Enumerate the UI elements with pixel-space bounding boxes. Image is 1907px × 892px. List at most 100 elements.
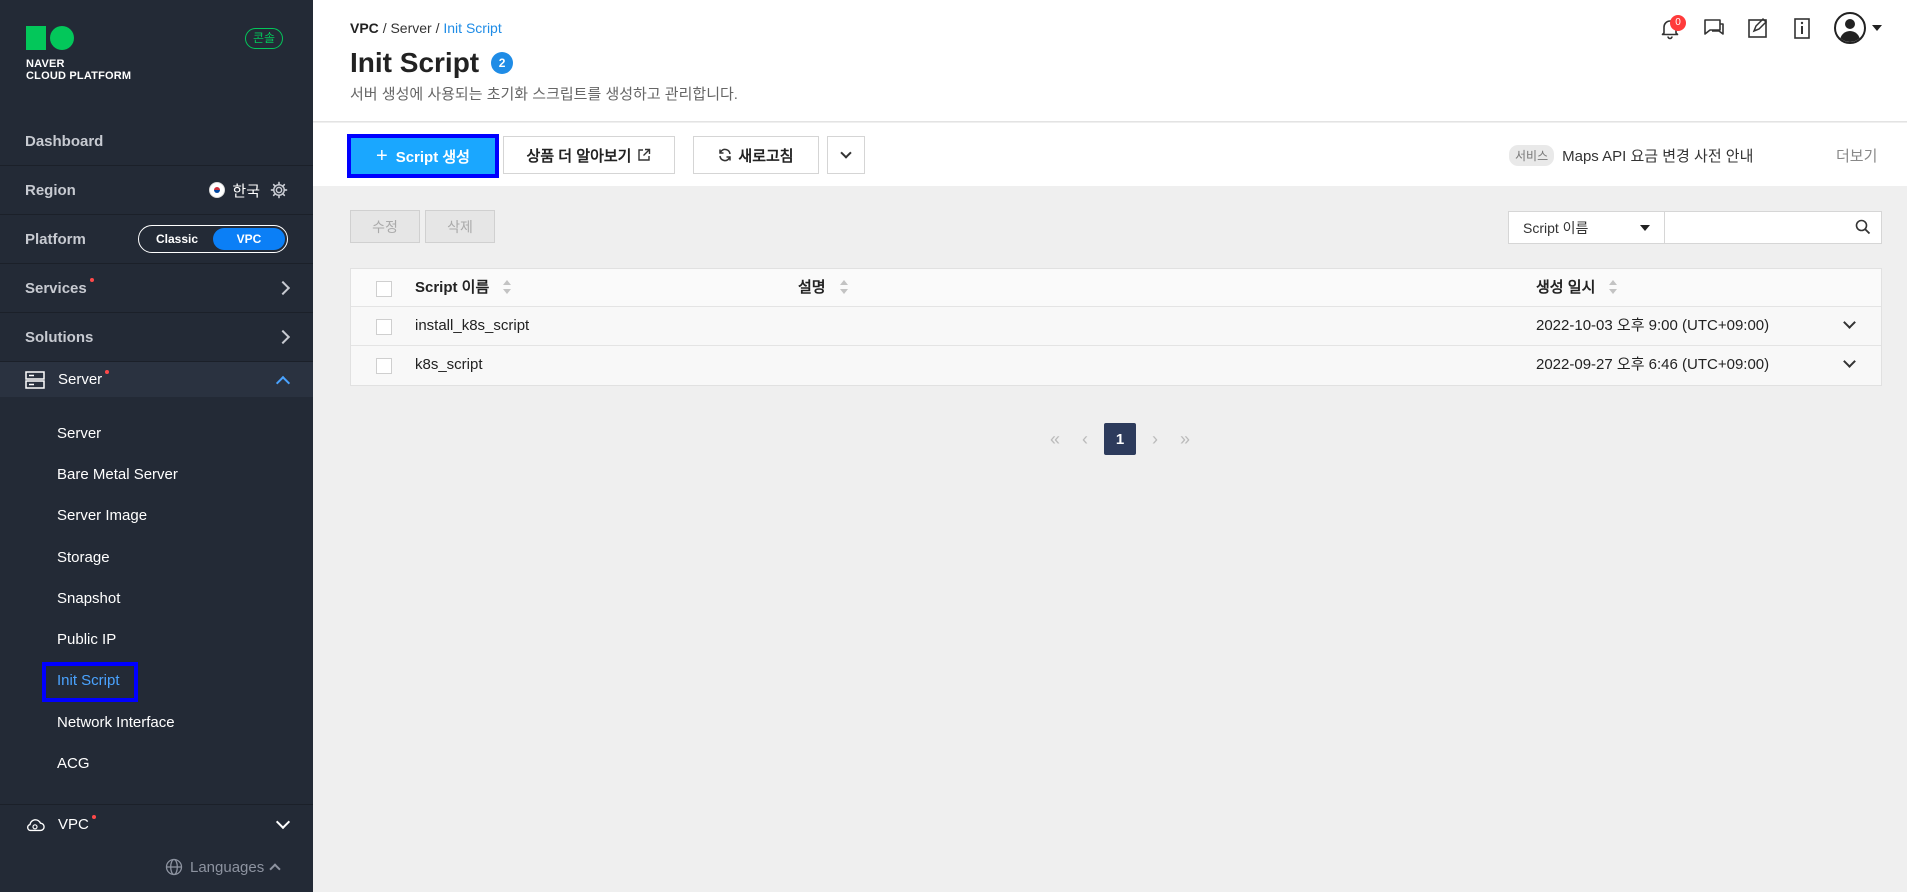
naver-cloud-logo[interactable]: NAVER CLOUD PLATFORM [26, 26, 131, 82]
sidebar-item-acg[interactable]: ACG [57, 755, 90, 772]
dashboard-label: Dashboard [25, 132, 104, 150]
external-link-icon [638, 148, 651, 161]
vpc-section-label: VPC [58, 816, 89, 833]
select-all-checkbox[interactable] [376, 281, 392, 297]
console-badge[interactable]: 콘솔 [245, 28, 284, 49]
page-description: 서버 생성에 사용되는 초기화 스크립트를 생성하고 관리합니다. [350, 86, 738, 103]
refresh-button[interactable]: 새로고침 [693, 136, 819, 174]
expand-row-icon[interactable] [1843, 316, 1856, 329]
languages-button[interactable]: Languages [165, 858, 281, 876]
row-checkbox[interactable] [376, 319, 392, 335]
info-icon [1794, 18, 1810, 39]
sidebar-item-server-image[interactable]: Server Image [57, 507, 147, 524]
breadcrumb-separator: / [435, 20, 440, 36]
page-number-current[interactable]: 1 [1104, 423, 1136, 455]
new-dot [105, 369, 110, 374]
script-name: install_k8s_script [415, 317, 530, 334]
chevron-up-icon [275, 375, 291, 390]
logo-mark [26, 26, 131, 50]
sidebar-item-snapshot[interactable]: Snapshot [57, 590, 120, 607]
create-script-label: Script 생성 [395, 148, 470, 166]
breadcrumb-vpc[interactable]: VPC [350, 20, 379, 36]
info-button[interactable] [1790, 16, 1814, 40]
platform-toggle[interactable]: Classic VPC [138, 225, 288, 253]
sidebar-section-vpc[interactable]: VPC [0, 804, 313, 844]
prev-page-icon[interactable]: ‹ [1070, 423, 1100, 455]
user-menu-button[interactable] [1834, 12, 1882, 44]
service-notice[interactable]: 서비스 Maps API 요금 변경 사전 안내 [1509, 145, 1753, 166]
sidebar-item-storage[interactable]: Storage [57, 549, 110, 566]
active-item-highlight [42, 662, 138, 702]
sidebar-item-solutions[interactable]: Solutions [0, 313, 313, 362]
notification-button[interactable]: 0 [1658, 15, 1686, 40]
notes-button[interactable] [1746, 16, 1770, 40]
chevron-down-icon [275, 814, 291, 829]
breadcrumb-server[interactable]: Server [390, 20, 431, 36]
search-input[interactable] [1665, 211, 1882, 244]
learn-more-button[interactable]: 상품 더 알아보기 [503, 136, 675, 174]
logo-line-1: NAVER [26, 58, 65, 70]
sidebar: NAVER CLOUD PLATFORM 콘솔 Dashboard Region… [0, 0, 313, 892]
region-row: Region 한국 [0, 166, 313, 215]
script-created: 2022-09-27 오후 6:46 (UTC+09:00) [1536, 356, 1770, 373]
last-page-icon[interactable]: » [1170, 423, 1200, 455]
new-dot [89, 278, 94, 282]
script-name: k8s_script [415, 356, 483, 373]
chevron-right-icon [275, 280, 291, 296]
breadcrumb-separator: / [382, 20, 387, 36]
search-field-select[interactable]: Script 이름 [1508, 211, 1665, 244]
sidebar-item-dashboard[interactable]: Dashboard [0, 117, 313, 166]
column-header-name[interactable]: Script 이름 [415, 269, 512, 307]
sort-icon [839, 280, 848, 295]
sidebar-item-server[interactable]: Server [57, 425, 101, 442]
new-dot [91, 814, 96, 819]
sidebar-item-services[interactable]: Services [0, 264, 313, 313]
column-header-description[interactable]: 설명 [798, 269, 848, 307]
chevron-right-icon [275, 329, 291, 345]
delete-button[interactable]: 삭제 [425, 210, 495, 243]
table-row[interactable]: k8s_script 2022-09-27 오후 6:46 (UTC+09:00… [351, 346, 1881, 385]
gear-icon[interactable] [270, 181, 288, 199]
pagination: « ‹ 1 › » [1040, 423, 1200, 455]
next-page-icon[interactable]: › [1140, 423, 1170, 455]
sidebar-item-bare-metal-server[interactable]: Bare Metal Server [57, 466, 178, 483]
action-toolbar: + Script 생성 상품 더 알아보기 새로고침 서비스 Maps API … [313, 123, 1907, 186]
avatar [1834, 12, 1866, 44]
platform-label: Platform [25, 230, 86, 248]
first-page-icon[interactable]: « [1040, 423, 1070, 455]
expand-row-icon[interactable] [1843, 355, 1856, 368]
create-script-button[interactable]: + Script 생성 [347, 134, 499, 178]
notice-tag: 서비스 [1509, 145, 1555, 166]
page-title-row: Init Script 2 [350, 47, 514, 79]
cloud-icon [27, 818, 45, 831]
sidebar-section-server[interactable]: Server [0, 362, 313, 397]
table-header-row: Script 이름 설명 생성 일시 [351, 269, 1881, 307]
chat-icon [1704, 19, 1724, 35]
more-actions-dropdown[interactable] [827, 136, 865, 174]
table-row[interactable]: install_k8s_script 2022-10-03 오후 9:00 (U… [351, 307, 1881, 346]
header-utility-icons: 0 [1658, 12, 1882, 44]
region-label: Region [25, 181, 76, 199]
chevron-down-icon [840, 146, 852, 159]
sidebar-item-network-interface[interactable]: Network Interface [57, 714, 175, 731]
script-created: 2022-10-03 오후 9:00 (UTC+09:00) [1536, 317, 1770, 334]
sidebar-item-public-ip[interactable]: Public IP [57, 631, 116, 648]
platform-option-vpc[interactable]: VPC [213, 228, 285, 250]
server-section-label: Server [58, 371, 103, 388]
refresh-label: 새로고침 [738, 147, 794, 165]
plus-icon: + [376, 145, 388, 167]
logo-text: NAVER CLOUD PLATFORM [26, 58, 131, 82]
notice-more-link[interactable]: 더보기 [1836, 145, 1877, 166]
solutions-label: Solutions [25, 328, 94, 346]
chat-button[interactable] [1702, 16, 1726, 40]
edit-button[interactable]: 수정 [350, 210, 420, 243]
platform-option-classic[interactable]: Classic [141, 228, 213, 250]
search-icon[interactable] [1855, 219, 1871, 235]
caret-down-icon [1640, 224, 1650, 231]
region-value[interactable]: 한국 [232, 180, 260, 201]
page-header: VPC / Server / Init Script Init Script 2… [313, 0, 1907, 122]
notification-count-badge: 0 [1670, 15, 1686, 31]
row-checkbox[interactable] [376, 358, 392, 374]
column-header-created[interactable]: 생성 일시 [1536, 269, 1618, 307]
services-label: Services [25, 279, 87, 297]
